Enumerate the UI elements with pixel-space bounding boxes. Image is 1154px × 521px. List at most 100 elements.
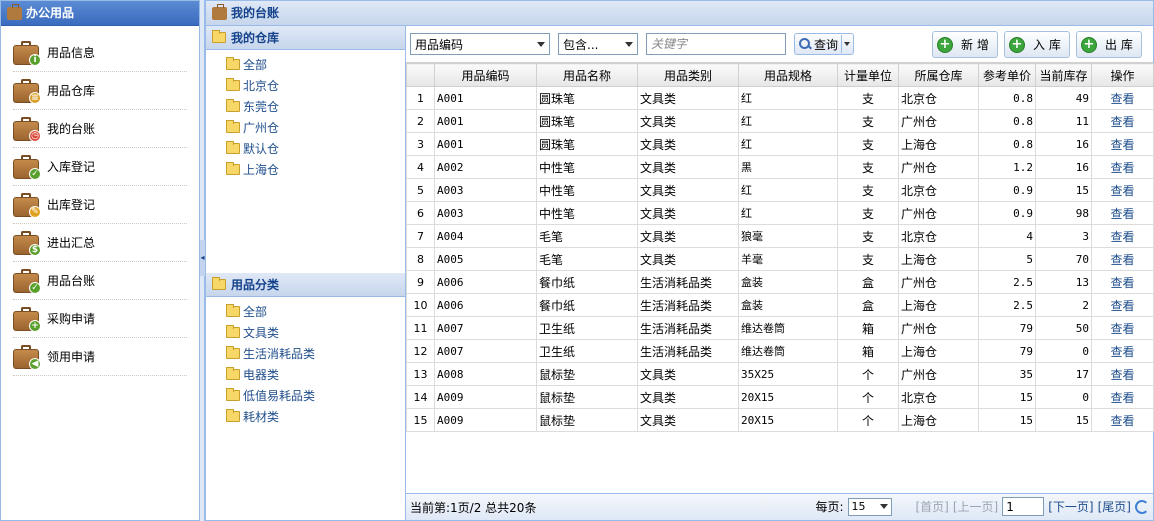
table-row[interactable]: 1 A001 圆珠笔 文具类红支北京仓 0.8 49 查看 — [406, 86, 1154, 110]
keyword-input[interactable] — [646, 33, 786, 55]
table-cell: 文具类 — [637, 201, 739, 225]
table-cell: 生活消耗品类 — [637, 339, 739, 363]
view-link[interactable]: 查看 — [1110, 161, 1134, 175]
table-row[interactable]: 13 A008 鼠标垫 文具类 35X25 个广州仓 35 17 查看 — [406, 362, 1154, 386]
view-link[interactable]: 查看 — [1110, 368, 1134, 382]
table-row[interactable]: 4 A002 中性笔 文具类黑支广州仓 1.2 16 查看 — [406, 155, 1154, 179]
column-header[interactable]: 参考单价 — [978, 63, 1036, 87]
warehouse-tree-item[interactable]: 北京仓 — [226, 75, 405, 96]
table-cell: 广州仓 — [898, 109, 979, 133]
table-cell: 查看 — [1091, 247, 1154, 271]
table-row[interactable]: 5 A003 中性笔 文具类红支北京仓 0.9 15 查看 — [406, 178, 1154, 202]
column-header[interactable]: 用品规格 — [738, 63, 838, 87]
table-cell: 15 — [978, 385, 1036, 409]
table-row[interactable]: 7 A004 毛笔 文具类 狼毫支北京仓 4 3 查看 — [406, 224, 1154, 248]
table-cell: A001 — [434, 132, 537, 156]
stock-out-button[interactable]: + 出 库 — [1076, 31, 1142, 58]
table-row[interactable]: 9 A006 餐巾纸 生活消耗品类 盒装盒广州仓 2.5 13 查看 — [406, 270, 1154, 294]
table-row[interactable]: 10 A006 餐巾纸 生活消耗品类 盒装盒上海仓 2.5 2 查看 — [406, 293, 1154, 317]
sidebar-item[interactable]: ◷ 我的台账 — [13, 110, 187, 148]
category-tree-item[interactable]: 文具类 — [226, 322, 405, 343]
category-tree-item[interactable]: 电器类 — [226, 364, 405, 385]
sidebar-item[interactable]: ✎ 出库登记 — [13, 186, 187, 224]
table-row[interactable]: 11 A007 卫生纸 生活消耗品类 维达卷筒箱广州仓 79 50 查看 — [406, 316, 1154, 340]
sidebar-nav: i 用品信息 ≡ 用品仓库 ◷ 我的台账 ✓ 入库登记 ✎ 出库登记 $ 进出汇总 ✓ 用品台账 + 采购申请… — [1, 26, 199, 376]
view-link[interactable]: 查看 — [1110, 207, 1134, 221]
sidebar-item[interactable]: + 采购申请 — [13, 300, 187, 338]
row-number: 5 — [406, 178, 435, 202]
table-row[interactable]: 14 A009 鼠标垫 文具类 20X15 个北京仓 15 0 查看 — [406, 385, 1154, 409]
next-page-link[interactable]: [下一页] — [1048, 498, 1093, 515]
table-cell: 支 — [837, 132, 899, 156]
category-tree-item[interactable]: 耗材类 — [226, 406, 405, 427]
column-header[interactable]: 用品编码 — [434, 63, 537, 87]
row-number: 14 — [406, 385, 435, 409]
warehouse-tree-item[interactable]: 默认仓 — [226, 138, 405, 159]
match-select-value: 包含... — [563, 37, 599, 52]
stock-in-button[interactable]: + 入 库 — [1004, 31, 1070, 58]
match-select[interactable]: 包含... — [558, 33, 638, 55]
table-cell: 圆珠笔 — [536, 109, 638, 133]
view-link[interactable]: 查看 — [1110, 138, 1134, 152]
view-link[interactable]: 查看 — [1110, 299, 1134, 313]
table-cell: 16 — [1035, 132, 1092, 156]
table-cell: 查看 — [1091, 132, 1154, 156]
view-link[interactable]: 查看 — [1110, 184, 1134, 198]
status-badge-icon: $ — [29, 243, 41, 256]
column-header[interactable]: 当前库存 — [1035, 63, 1092, 87]
table-row[interactable]: 12 A007 卫生纸 生活消耗品类 维达卷筒箱上海仓 79 0 查看 — [406, 339, 1154, 363]
page-number-input[interactable] — [1002, 497, 1045, 516]
tree-item-label: 默认仓 — [243, 142, 280, 156]
view-link[interactable]: 查看 — [1110, 253, 1134, 267]
warehouse-tree-item[interactable]: 东莞仓 — [226, 96, 405, 117]
view-link[interactable]: 查看 — [1110, 276, 1134, 290]
view-link[interactable]: 查看 — [1110, 92, 1134, 106]
view-link[interactable]: 查看 — [1110, 414, 1134, 428]
table-cell: 文具类 — [637, 247, 739, 271]
sidebar-item[interactable]: ≡ 用品仓库 — [13, 72, 187, 110]
category-tree-item[interactable]: 全部 — [226, 301, 405, 322]
table-cell: 餐巾纸 — [536, 270, 638, 294]
view-link[interactable]: 查看 — [1110, 345, 1134, 359]
sidebar-item[interactable]: ✓ 入库登记 — [13, 148, 187, 186]
column-header[interactable]: 操作 — [1091, 63, 1154, 87]
field-select[interactable]: 用品编码 — [410, 33, 550, 55]
prev-page-link[interactable]: [上一页] — [953, 498, 998, 515]
table-row[interactable]: 6 A003 中性笔 文具类红支广州仓 0.9 98 查看 — [406, 201, 1154, 225]
warehouse-tree-item[interactable]: 广州仓 — [226, 117, 405, 138]
table-cell: 羊毫 — [738, 247, 838, 271]
view-link[interactable]: 查看 — [1110, 115, 1134, 129]
sidebar-item[interactable]: ◀ 领用申请 — [13, 338, 187, 376]
last-page-link[interactable]: [尾页] — [1098, 498, 1131, 515]
warehouse-tree-item[interactable]: 全部 — [226, 54, 405, 75]
warehouse-tree-item[interactable]: 上海仓 — [226, 159, 405, 180]
sidebar-item[interactable]: $ 进出汇总 — [13, 224, 187, 262]
table-cell: 个 — [837, 385, 899, 409]
table-cell: 79 — [978, 316, 1036, 340]
view-link[interactable]: 查看 — [1110, 322, 1134, 336]
column-header[interactable]: 用品名称 — [536, 63, 638, 87]
table-cell: 查看 — [1091, 339, 1154, 363]
table-row[interactable]: 15 A009 鼠标垫 文具类 20X15 个上海仓 15 15 查看 — [406, 408, 1154, 432]
table-cell: 查看 — [1091, 316, 1154, 340]
tree-item-label: 上海仓 — [243, 163, 280, 177]
category-tree-item[interactable]: 低值易耗品类 — [226, 385, 405, 406]
column-header[interactable]: 所属仓库 — [898, 63, 979, 87]
table-row[interactable]: 8 A005 毛笔 文具类 羊毫支上海仓 5 70 查看 — [406, 247, 1154, 271]
column-header[interactable]: 计量单位 — [837, 63, 899, 87]
column-header[interactable]: 用品类别 — [637, 63, 739, 87]
query-button[interactable]: 查询 — [794, 33, 855, 55]
first-page-link[interactable]: [首页] — [916, 498, 949, 515]
refresh-icon[interactable] — [1135, 499, 1149, 514]
table-row[interactable]: 3 A001 圆珠笔 文具类红支上海仓 0.8 16 查看 — [406, 132, 1154, 156]
add-button[interactable]: + 新 增 — [932, 31, 998, 58]
sidebar-header: 办公用品 — [1, 1, 199, 26]
query-dropdown-arrow[interactable] — [841, 35, 851, 53]
category-tree-item[interactable]: 生活消耗品类 — [226, 343, 405, 364]
page-size-select[interactable]: 15 — [847, 497, 892, 516]
sidebar-item[interactable]: ✓ 用品台账 — [13, 262, 187, 300]
sidebar-item[interactable]: i 用品信息 — [13, 34, 187, 72]
view-link[interactable]: 查看 — [1110, 230, 1134, 244]
view-link[interactable]: 查看 — [1110, 391, 1134, 405]
table-row[interactable]: 2 A001 圆珠笔 文具类红支广州仓 0.8 11 查看 — [406, 109, 1154, 133]
